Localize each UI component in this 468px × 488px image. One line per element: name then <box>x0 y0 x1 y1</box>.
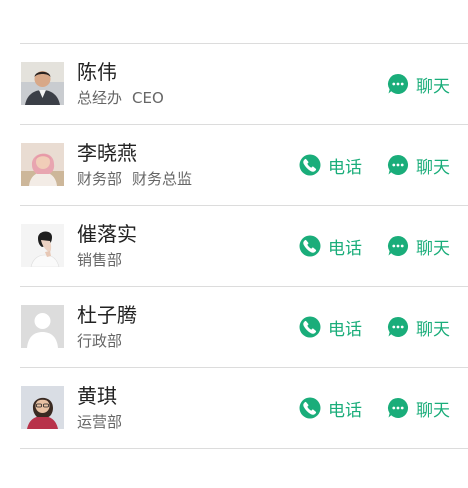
job-title-label: CEO <box>132 89 164 107</box>
chat-bubble-icon <box>387 397 409 419</box>
chat-label: 聊天 <box>416 319 450 340</box>
contact-department: 财务部 财务总监 <box>77 169 192 189</box>
call-label: 电话 <box>328 400 362 421</box>
contact-department: 行政部 <box>77 331 122 351</box>
job-title-label: 财务总监 <box>132 170 193 188</box>
department-label: 行政部 <box>77 332 123 350</box>
contact-department: 销售部 <box>77 250 122 270</box>
contact-name: 杜子腾 <box>77 303 137 327</box>
contact-row[interactable]: 杜子腾 行政部 电话 聊天 <box>20 287 468 368</box>
chat-bubble-icon <box>387 73 409 95</box>
contact-row[interactable]: 李晓燕 财务部 财务总监 电话 聊天 <box>20 125 468 206</box>
call-button[interactable]: 电话 <box>299 234 362 259</box>
call-label: 电话 <box>328 157 362 178</box>
chat-button[interactable]: 聊天 <box>387 234 450 259</box>
contact-row[interactable]: 黄琪 运营部 电话 聊天 <box>20 368 468 449</box>
phone-icon <box>299 154 321 176</box>
avatar[interactable] <box>21 143 64 186</box>
contact-row[interactable]: 陈伟 总经办 CEO 聊天 <box>20 44 468 125</box>
department-label: 运营部 <box>77 413 123 431</box>
chat-button[interactable]: 聊天 <box>387 153 450 178</box>
avatar[interactable] <box>21 224 64 267</box>
department-label: 总经办 <box>77 89 123 107</box>
contact-name: 催落实 <box>77 222 137 246</box>
avatar[interactable] <box>21 62 64 105</box>
department-label: 财务部 <box>77 170 123 188</box>
chat-label: 聊天 <box>416 238 450 259</box>
department-label: 销售部 <box>77 251 123 269</box>
call-label: 电话 <box>328 238 362 259</box>
contact-name: 陈伟 <box>77 60 117 84</box>
chat-button[interactable]: 聊天 <box>387 72 450 97</box>
chat-bubble-icon <box>387 235 409 257</box>
contact-department: 运营部 <box>77 412 122 432</box>
call-label: 电话 <box>328 319 362 340</box>
avatar[interactable] <box>21 386 64 429</box>
contact-row[interactable]: 催落实 销售部 电话 聊天 <box>20 206 468 287</box>
call-button[interactable]: 电话 <box>299 153 362 178</box>
contact-department: 总经办 CEO <box>77 88 164 108</box>
call-button[interactable]: 电话 <box>299 315 362 340</box>
chat-button[interactable]: 聊天 <box>387 396 450 421</box>
contact-name: 黄琪 <box>77 384 117 408</box>
contact-list: 陈伟 总经办 CEO 聊天 李晓燕 财务部 财务总监 电话 聊天 催落实 销售部… <box>20 43 468 449</box>
avatar[interactable] <box>21 305 64 348</box>
contact-name: 李晓燕 <box>77 141 137 165</box>
phone-icon <box>299 316 321 338</box>
chat-bubble-icon <box>387 316 409 338</box>
chat-label: 聊天 <box>416 400 450 421</box>
chat-bubble-icon <box>387 154 409 176</box>
phone-icon <box>299 235 321 257</box>
chat-label: 聊天 <box>416 157 450 178</box>
chat-label: 聊天 <box>416 76 450 97</box>
phone-icon <box>299 397 321 419</box>
call-button[interactable]: 电话 <box>299 396 362 421</box>
chat-button[interactable]: 聊天 <box>387 315 450 340</box>
